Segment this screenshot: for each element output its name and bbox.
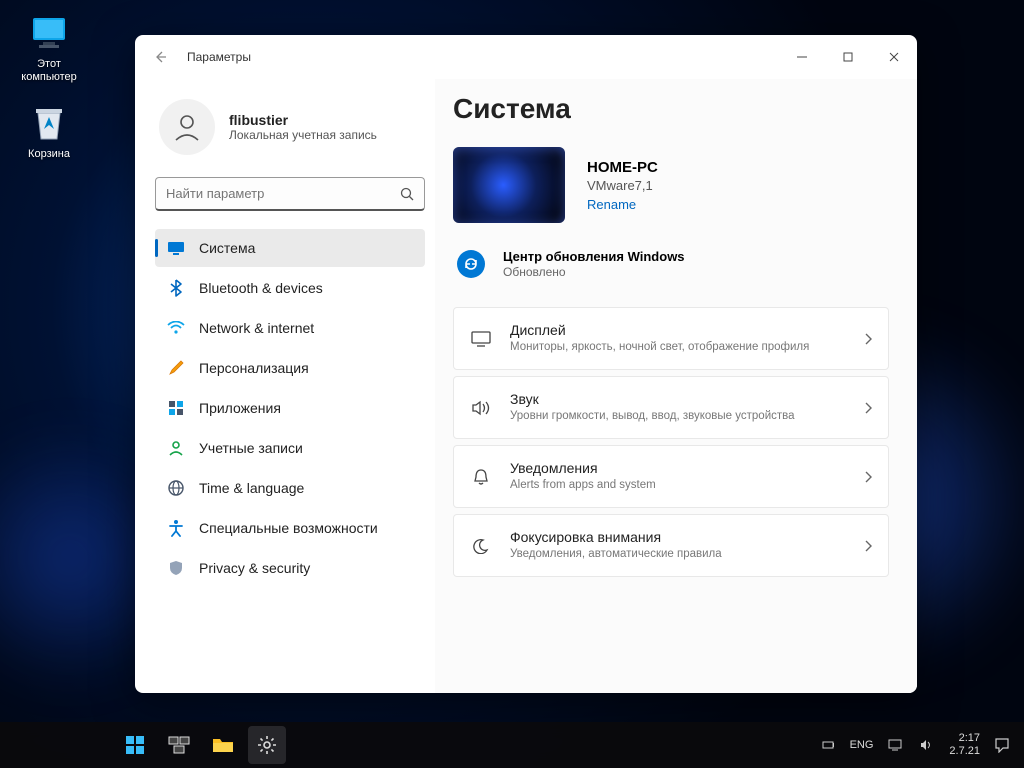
nav-accessibility[interactable]: Специальные возможности — [155, 509, 425, 547]
nav-privacy[interactable]: Privacy & security — [155, 549, 425, 587]
nav-label: Time & language — [199, 480, 304, 496]
monitor-icon — [28, 12, 70, 54]
nav-label: Персонализация — [199, 360, 309, 376]
nav-label: Учетные записи — [199, 440, 303, 456]
nav-system[interactable]: Система — [155, 229, 425, 267]
brush-icon — [167, 359, 185, 377]
settings-taskbar-button[interactable] — [248, 726, 286, 764]
minimize-button[interactable] — [779, 35, 825, 79]
titlebar: Параметры — [135, 35, 917, 79]
globe-icon — [167, 479, 185, 497]
setting-desc: Уровни громкости, вывод, ввод, звуковые … — [510, 409, 846, 424]
bell-icon — [470, 468, 492, 486]
nav-bluetooth[interactable]: Bluetooth & devices — [155, 269, 425, 307]
search-box[interactable] — [155, 177, 425, 211]
nav: Система Bluetooth & devices Network & in… — [155, 229, 425, 587]
nav-label: Privacy & security — [199, 560, 310, 576]
setting-desc: Уведомления, автоматические правила — [510, 547, 846, 562]
device-thumbnail — [453, 147, 565, 223]
settings-window: Параметры flibustier Локальная учетная з… — [135, 35, 917, 693]
start-button[interactable] — [116, 726, 154, 764]
profile-block[interactable]: flibustier Локальная учетная запись — [155, 99, 425, 155]
setting-title: Звук — [510, 391, 846, 407]
setting-desc: Alerts from apps and system — [510, 478, 846, 493]
speaker-icon — [470, 400, 492, 416]
sidebar: flibustier Локальная учетная запись Сист… — [135, 79, 435, 693]
update-status: Обновлено — [503, 265, 685, 279]
setting-title: Дисплей — [510, 322, 846, 338]
wifi-icon — [167, 319, 185, 337]
setting-display[interactable]: Дисплей Мониторы, яркость, ночной свет, … — [453, 307, 889, 370]
network-tray-icon[interactable] — [885, 738, 905, 752]
recycle-bin-icon — [28, 102, 70, 144]
nav-personalization[interactable]: Персонализация — [155, 349, 425, 387]
nav-label: Приложения — [199, 400, 281, 416]
setting-desc: Мониторы, яркость, ночной свет, отображе… — [510, 340, 846, 355]
setting-notifications[interactable]: Уведомления Alerts from apps and system — [453, 445, 889, 508]
setting-focus-assist[interactable]: Фокусировка внимания Уведомления, автома… — [453, 514, 889, 577]
avatar — [159, 99, 215, 155]
volume-tray-icon[interactable] — [917, 738, 937, 752]
person-icon — [167, 439, 185, 457]
rename-link[interactable]: Rename — [587, 197, 658, 212]
nav-apps[interactable]: Приложения — [155, 389, 425, 427]
shield-icon — [167, 559, 185, 577]
profile-name: flibustier — [229, 112, 377, 128]
desktop-icon-label: Этот компьютер — [10, 58, 88, 84]
windows-update-row[interactable]: Центр обновления Windows Обновлено — [453, 249, 889, 279]
taskbar-time: 2:17 — [949, 732, 980, 745]
accessibility-icon — [167, 519, 185, 537]
update-title: Центр обновления Windows — [503, 249, 685, 265]
close-button[interactable] — [871, 35, 917, 79]
desktop-icon-recycle-bin[interactable]: Корзина — [10, 102, 88, 161]
setting-title: Фокусировка внимания — [510, 529, 846, 545]
setting-list: Дисплей Мониторы, яркость, ночной свет, … — [453, 307, 889, 587]
task-view-button[interactable] — [160, 726, 198, 764]
back-button[interactable] — [151, 48, 169, 66]
sync-icon — [457, 250, 485, 278]
chevron-right-icon — [864, 471, 872, 483]
monitor-icon — [470, 331, 492, 347]
taskbar-date: 2.7.21 — [949, 745, 980, 758]
chevron-right-icon — [864, 333, 872, 345]
apps-icon — [167, 399, 185, 417]
taskbar: ENG 2:17 2.7.21 — [0, 722, 1024, 768]
nav-label: Network & internet — [199, 320, 314, 336]
setting-title: Уведомления — [510, 460, 846, 476]
desktop-icon-this-pc[interactable]: Этот компьютер — [10, 12, 88, 84]
chevron-right-icon — [864, 402, 872, 414]
desktop-icons: Этот компьютер Корзина — [10, 12, 88, 162]
nav-network[interactable]: Network & internet — [155, 309, 425, 347]
device-card: HOME-PC VMware7,1 Rename — [453, 147, 889, 223]
nav-label: Bluetooth & devices — [199, 280, 323, 296]
device-model: VMware7,1 — [587, 178, 658, 193]
notifications-tray-icon[interactable] — [992, 737, 1012, 753]
main-panel: Система HOME-PC VMware7,1 Rename Центр о… — [435, 79, 917, 693]
chevron-right-icon — [864, 540, 872, 552]
nav-label: Система — [199, 240, 255, 256]
device-name: HOME-PC — [587, 159, 658, 176]
language-indicator[interactable]: ENG — [850, 739, 874, 751]
bluetooth-icon — [167, 279, 185, 297]
search-input[interactable] — [166, 186, 400, 201]
nav-label: Специальные возможности — [199, 520, 378, 536]
maximize-button[interactable] — [825, 35, 871, 79]
desktop-icon-label: Корзина — [28, 148, 70, 161]
tray-chevron-icon[interactable] — [818, 740, 838, 750]
clock[interactable]: 2:17 2.7.21 — [949, 732, 980, 758]
nav-time-language[interactable]: Time & language — [155, 469, 425, 507]
file-explorer-button[interactable] — [204, 726, 242, 764]
setting-sound[interactable]: Звук Уровни громкости, вывод, ввод, звук… — [453, 376, 889, 439]
display-icon — [167, 239, 185, 257]
moon-icon — [470, 538, 492, 554]
profile-account-type: Локальная учетная запись — [229, 128, 377, 142]
page-heading: Система — [453, 93, 889, 125]
search-icon — [400, 187, 414, 201]
window-title: Параметры — [187, 50, 251, 64]
nav-accounts[interactable]: Учетные записи — [155, 429, 425, 467]
